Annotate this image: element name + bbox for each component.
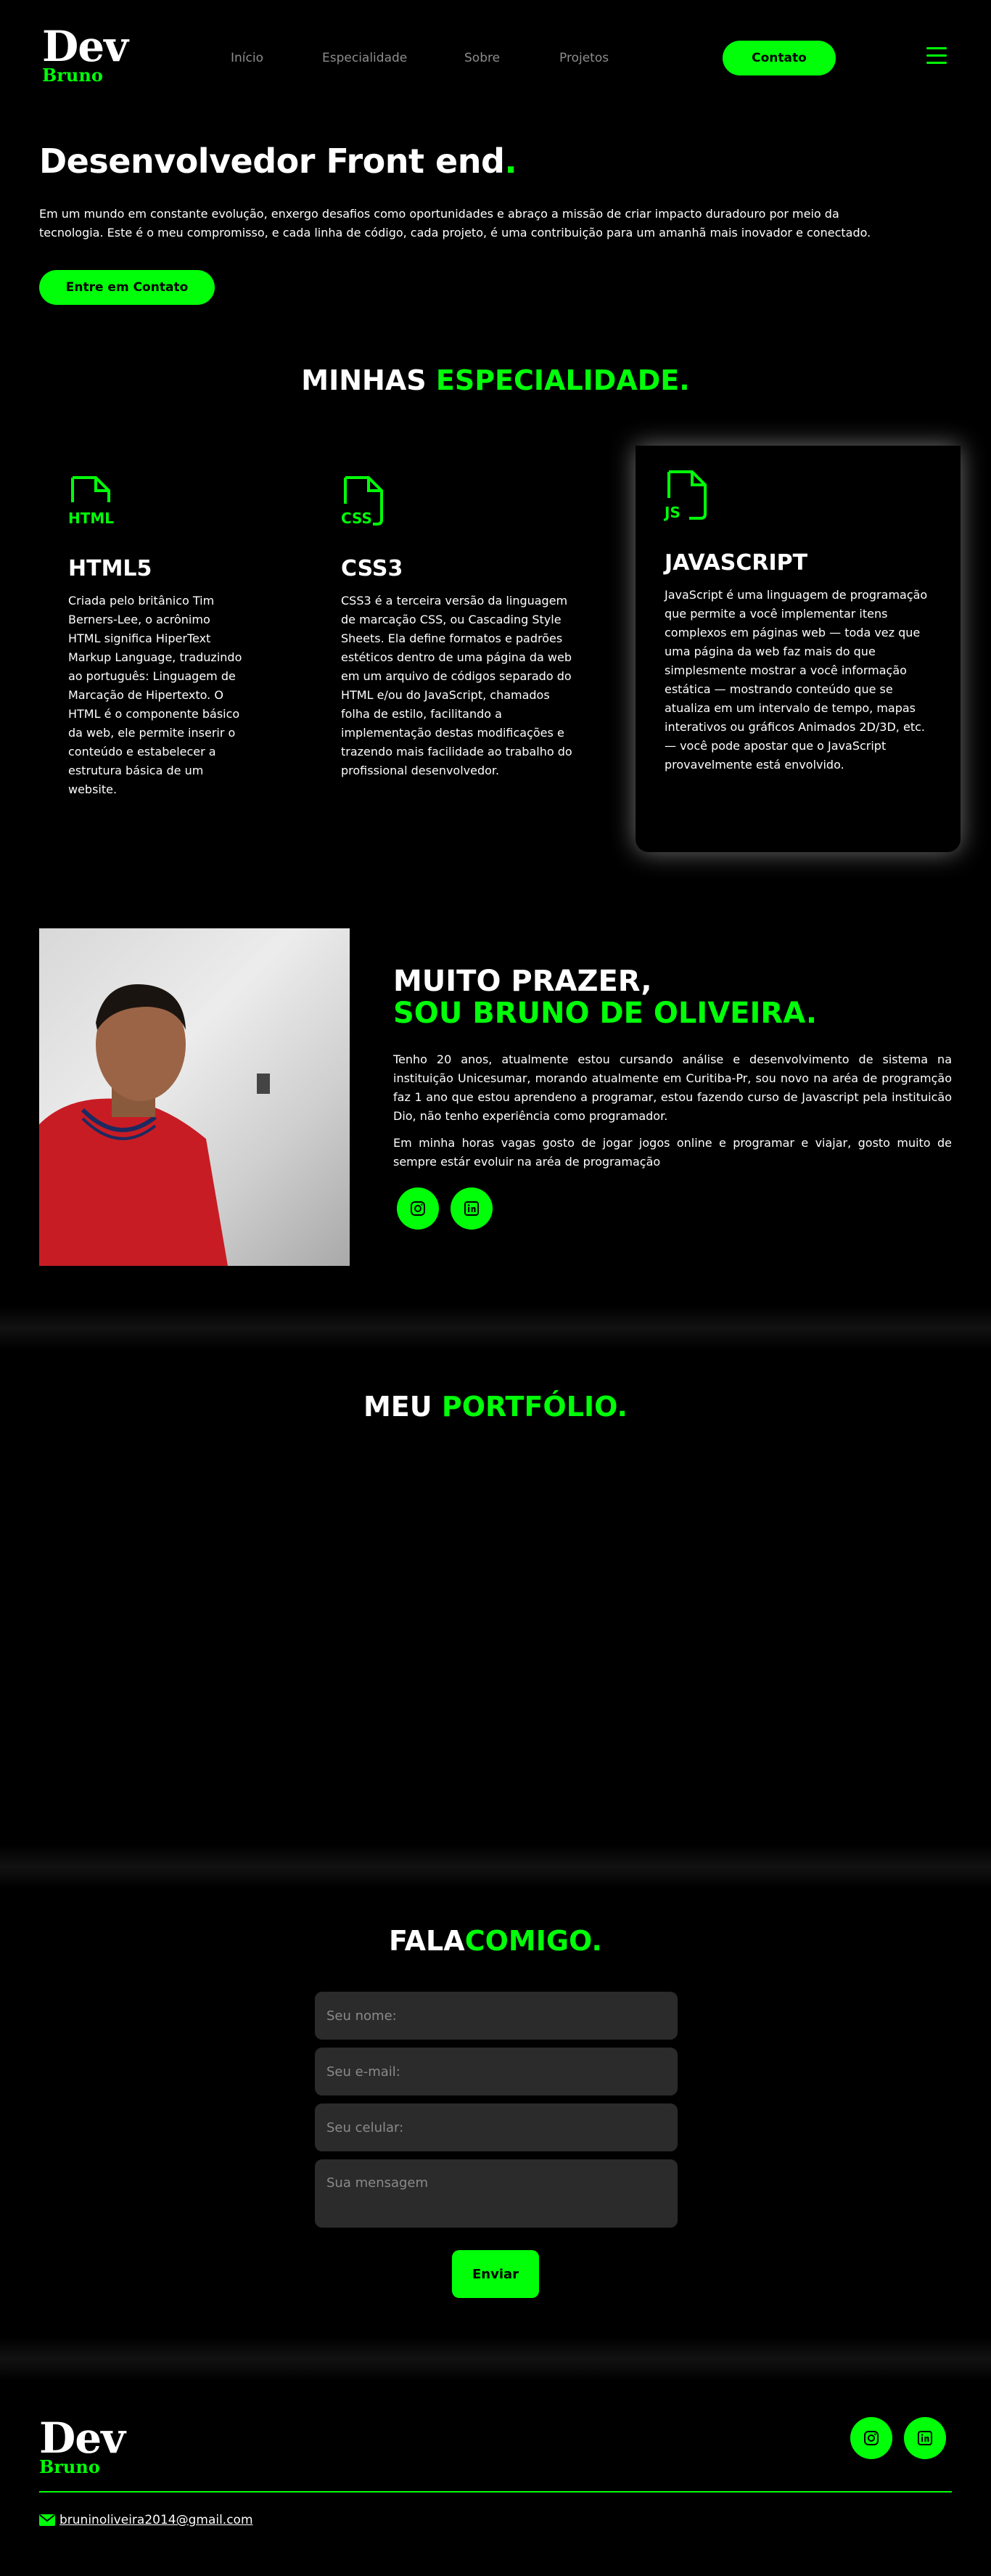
footer-logo[interactable]: Dev Bruno — [39, 2413, 126, 2476]
specialty-text: JavaScript é uma linguagem de programaçã… — [665, 588, 928, 772]
about-paragraph-2: Em minha horas vagas gosto de jogar jogo… — [393, 1136, 952, 1169]
nav-item-sobre[interactable]: Sobre — [464, 51, 500, 65]
hero-contact-button[interactable]: Entre em Contato — [39, 270, 215, 305]
nav-item-especialidade[interactable]: Especialidade — [322, 51, 407, 65]
css-file-icon: CSS — [341, 475, 392, 533]
js-file-icon: JS — [665, 469, 715, 527]
specialty-card-css: CSS CSS3 CSS3 é a terceira versão da lin… — [341, 475, 573, 780]
specialty-title: HTML5 — [68, 556, 152, 581]
envelope-icon — [39, 2514, 55, 2526]
profile-photo — [39, 928, 350, 1266]
specialties-title: MINHAS ESPECIALIDADE. — [301, 364, 690, 396]
email-field[interactable] — [315, 2048, 678, 2095]
logo-main: Dev — [39, 2413, 126, 2463]
footer-divider — [39, 2491, 952, 2493]
html-file-icon: HTML — [68, 475, 119, 533]
specialty-card-js: JS JAVASCRIPT JavaScript é uma linguagem… — [665, 469, 933, 774]
specialty-title: CSS3 — [341, 556, 403, 581]
logo-main: Dev — [42, 22, 128, 71]
specialty-title: JAVASCRIPT — [665, 550, 808, 576]
nav-item-projetos[interactable]: Projetos — [559, 51, 609, 65]
contact-title: FALACOMIGO. — [389, 1925, 602, 1957]
contact-button[interactable]: Contato — [723, 41, 836, 75]
submit-button[interactable]: Enviar — [452, 2250, 539, 2298]
linkedin-icon[interactable] — [451, 1187, 493, 1230]
hero-title: Desenvolvedor Front end. — [39, 142, 517, 181]
name-field[interactable] — [315, 1992, 678, 2040]
footer-email: bruninoliveira2014@gmail.com — [59, 2513, 253, 2527]
instagram-icon[interactable] — [397, 1187, 439, 1230]
portfolio-title: MEU PORTFÓLIO. — [363, 1391, 628, 1423]
logo[interactable]: Dev Bruno — [42, 22, 128, 84]
footer-email-link[interactable]: bruninoliveira2014@gmail.com — [39, 2513, 253, 2527]
hero-text: Em um mundo em constante evolução, enxer… — [39, 207, 871, 240]
about-heading: MUITO PRAZER, SOU BRUNO DE OLIVEIRA. — [393, 965, 818, 1030]
specialty-text: CSS3 é a terceira versão da linguagem de… — [341, 594, 572, 777]
section-divider — [0, 1845, 991, 1889]
linkedin-icon[interactable] — [904, 2417, 946, 2459]
specialty-card-html: HTML HTML5 Criada pelo britânico Tim Ber… — [68, 475, 242, 799]
about-paragraph-1: Tenho 20 anos, atualmente estou cursando… — [393, 1052, 952, 1123]
section-divider — [0, 1307, 991, 1350]
site-header: Dev Bruno Início Especialidade Sobre Pro… — [0, 0, 991, 116]
section-divider — [0, 2337, 991, 2381]
message-field[interactable] — [315, 2159, 678, 2228]
instagram-icon[interactable] — [850, 2417, 892, 2459]
specialty-text: Criada pelo britânico Tim Berners-Lee, o… — [68, 594, 242, 796]
nav-item-inicio[interactable]: Início — [231, 51, 263, 65]
phone-field[interactable] — [315, 2103, 678, 2151]
menu-icon[interactable] — [926, 47, 947, 66]
